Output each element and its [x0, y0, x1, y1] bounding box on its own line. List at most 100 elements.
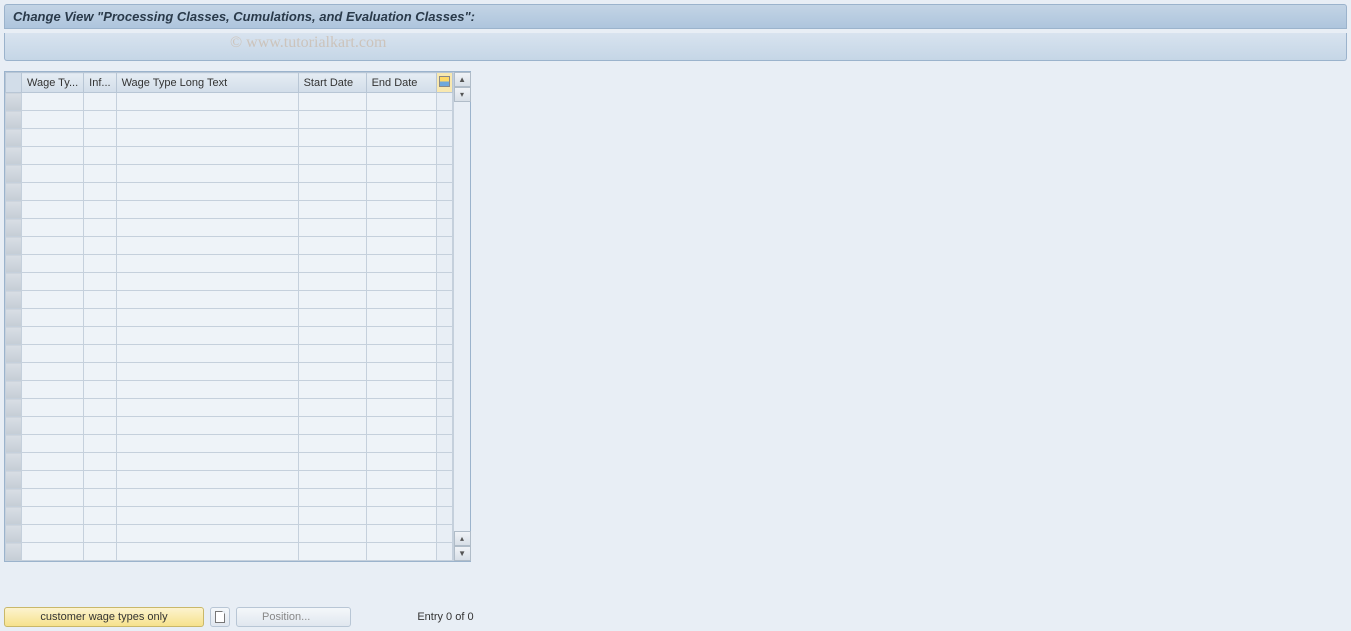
- table-cell[interactable]: [22, 417, 84, 435]
- column-header-long-text[interactable]: Wage Type Long Text: [116, 73, 298, 93]
- table-cell[interactable]: [366, 543, 436, 561]
- table-cell[interactable]: [366, 183, 436, 201]
- table-row[interactable]: [6, 147, 453, 165]
- table-cell[interactable]: [298, 165, 366, 183]
- table-cell[interactable]: [22, 327, 84, 345]
- row-selector-cell[interactable]: [6, 183, 22, 201]
- table-cell[interactable]: [84, 543, 116, 561]
- table-cell[interactable]: [22, 291, 84, 309]
- table-cell[interactable]: [298, 255, 366, 273]
- table-cell[interactable]: [22, 363, 84, 381]
- table-cell[interactable]: [366, 345, 436, 363]
- table-cell[interactable]: [116, 525, 298, 543]
- row-selector-cell[interactable]: [6, 345, 22, 363]
- table-cell[interactable]: [366, 327, 436, 345]
- row-selector-cell[interactable]: [6, 237, 22, 255]
- table-cell[interactable]: [116, 471, 298, 489]
- row-selector-cell[interactable]: [6, 165, 22, 183]
- row-selector-cell[interactable]: [6, 291, 22, 309]
- table-cell[interactable]: [84, 255, 116, 273]
- table-cell[interactable]: [366, 363, 436, 381]
- table-cell[interactable]: [84, 273, 116, 291]
- vertical-scrollbar[interactable]: ▲ ▾ ▴ ▼: [453, 72, 470, 561]
- table-cell[interactable]: [84, 453, 116, 471]
- table-cell[interactable]: [22, 219, 84, 237]
- table-cell[interactable]: [116, 327, 298, 345]
- table-cell[interactable]: [116, 291, 298, 309]
- table-cell[interactable]: [84, 93, 116, 111]
- table-row[interactable]: [6, 219, 453, 237]
- row-selector-cell[interactable]: [6, 219, 22, 237]
- document-icon-button[interactable]: [210, 607, 230, 627]
- table-row[interactable]: [6, 237, 453, 255]
- table-cell[interactable]: [366, 93, 436, 111]
- table-cell[interactable]: [366, 381, 436, 399]
- table-row[interactable]: [6, 345, 453, 363]
- row-selector-cell[interactable]: [6, 507, 22, 525]
- row-selector-cell[interactable]: [6, 363, 22, 381]
- row-selector-cell[interactable]: [6, 273, 22, 291]
- column-header-wage-type[interactable]: Wage Ty...: [22, 73, 84, 93]
- row-selector-cell[interactable]: [6, 93, 22, 111]
- table-cell[interactable]: [366, 309, 436, 327]
- table-cell[interactable]: [116, 273, 298, 291]
- table-cell[interactable]: [298, 345, 366, 363]
- table-cell[interactable]: [84, 309, 116, 327]
- table-cell[interactable]: [22, 435, 84, 453]
- table-cell[interactable]: [84, 111, 116, 129]
- table-cell[interactable]: [366, 255, 436, 273]
- table-cell[interactable]: [366, 291, 436, 309]
- table-cell[interactable]: [84, 147, 116, 165]
- table-cell[interactable]: [22, 273, 84, 291]
- table-row[interactable]: [6, 525, 453, 543]
- row-selector-cell[interactable]: [6, 381, 22, 399]
- table-cell[interactable]: [298, 453, 366, 471]
- table-cell[interactable]: [22, 489, 84, 507]
- row-selector-cell[interactable]: [6, 417, 22, 435]
- table-cell[interactable]: [116, 183, 298, 201]
- table-cell[interactable]: [298, 129, 366, 147]
- table-cell[interactable]: [84, 201, 116, 219]
- row-selector-cell[interactable]: [6, 435, 22, 453]
- table-cell[interactable]: [298, 291, 366, 309]
- table-cell[interactable]: [298, 327, 366, 345]
- table-cell[interactable]: [366, 111, 436, 129]
- table-row[interactable]: [6, 543, 453, 561]
- table-cell[interactable]: [366, 399, 436, 417]
- table-cell[interactable]: [84, 345, 116, 363]
- column-header-start-date[interactable]: Start Date: [298, 73, 366, 93]
- table-cell[interactable]: [366, 201, 436, 219]
- table-row[interactable]: [6, 453, 453, 471]
- row-selector-cell[interactable]: [6, 489, 22, 507]
- table-cell[interactable]: [298, 381, 366, 399]
- row-selector-cell[interactable]: [6, 129, 22, 147]
- table-cell[interactable]: [298, 237, 366, 255]
- table-row[interactable]: [6, 255, 453, 273]
- table-cell[interactable]: [366, 417, 436, 435]
- table-cell[interactable]: [84, 165, 116, 183]
- table-row[interactable]: [6, 291, 453, 309]
- table-cell[interactable]: [116, 219, 298, 237]
- scroll-up-button[interactable]: ▲: [454, 72, 471, 87]
- table-cell[interactable]: [116, 453, 298, 471]
- table-cell[interactable]: [84, 183, 116, 201]
- table-cell[interactable]: [84, 129, 116, 147]
- table-cell[interactable]: [116, 309, 298, 327]
- table-cell[interactable]: [298, 273, 366, 291]
- row-selector-cell[interactable]: [6, 111, 22, 129]
- scroll-track[interactable]: [454, 102, 470, 531]
- table-cell[interactable]: [84, 417, 116, 435]
- table-cell[interactable]: [116, 93, 298, 111]
- row-selector-cell[interactable]: [6, 201, 22, 219]
- table-cell[interactable]: [116, 363, 298, 381]
- table-cell[interactable]: [22, 255, 84, 273]
- table-cell[interactable]: [22, 201, 84, 219]
- table-row[interactable]: [6, 201, 453, 219]
- table-row[interactable]: [6, 507, 453, 525]
- table-cell[interactable]: [298, 201, 366, 219]
- table-cell[interactable]: [22, 525, 84, 543]
- scroll-down-button[interactable]: ▼: [454, 546, 471, 561]
- table-cell[interactable]: [22, 543, 84, 561]
- table-cell[interactable]: [84, 291, 116, 309]
- table-row[interactable]: [6, 363, 453, 381]
